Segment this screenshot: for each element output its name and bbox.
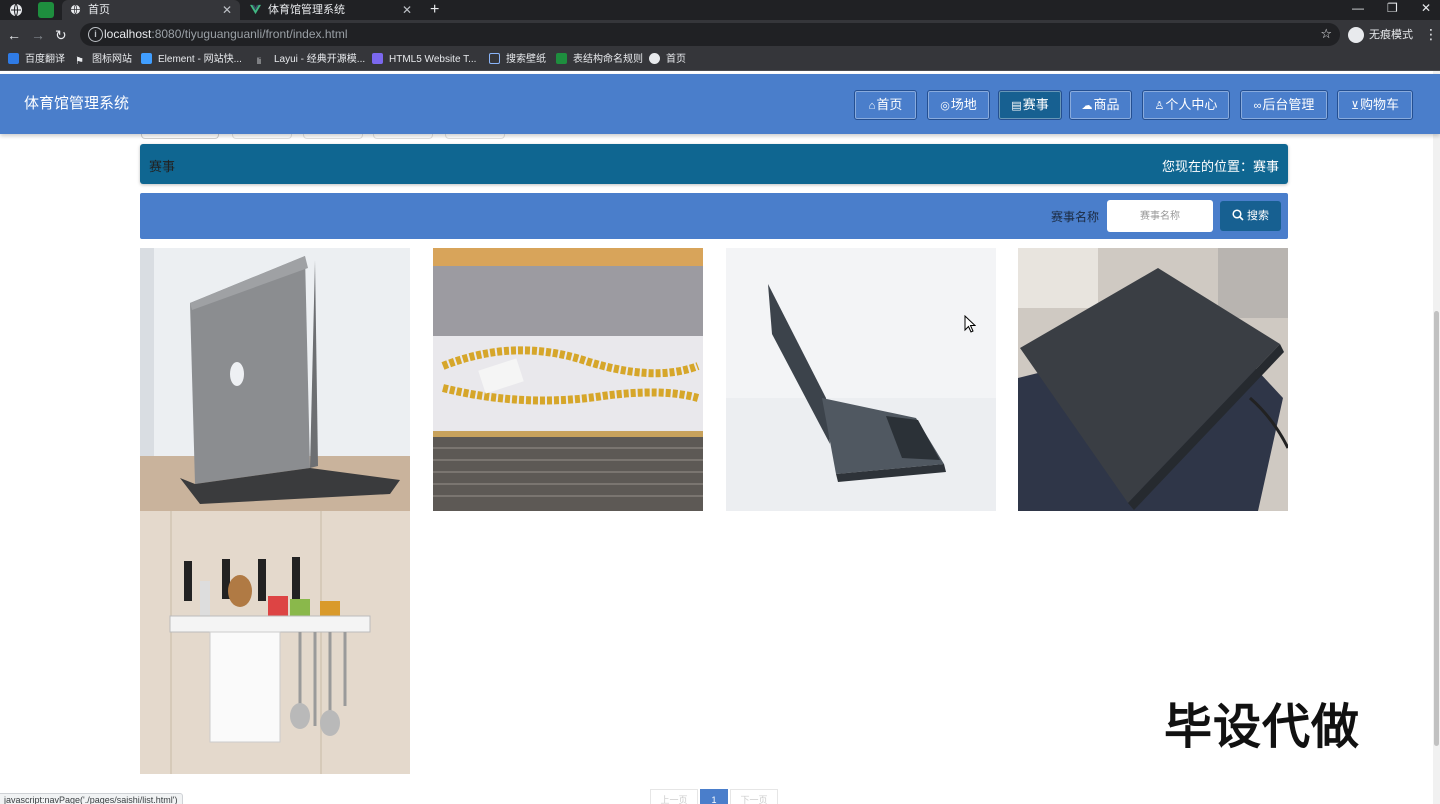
product-card[interactable] [726, 248, 996, 511]
bookmark-item[interactable]: 搜索壁纸 [489, 50, 546, 70]
kitchen-rack-photo [140, 511, 410, 774]
nav-venue[interactable]: ◎场地 [927, 90, 990, 120]
cloud-icon: ☁ [1081, 100, 1093, 112]
browser-tab-strip: 首页 ✕ 体育馆管理系统 ✕ + — ❐ ✕ [0, 0, 1440, 20]
product-card[interactable] [140, 248, 410, 511]
sheets-app-icon[interactable] [38, 2, 54, 18]
hidden-tab [303, 134, 363, 139]
incognito-label: 无痕模式 [1369, 29, 1413, 41]
breadcrumb-location: 您现在的位置：赛事 [1161, 159, 1279, 174]
home-icon: ⌂ [868, 100, 876, 112]
search-button-label: 搜索 [1247, 210, 1270, 222]
close-icon[interactable]: ✕ [222, 0, 232, 20]
layui-icon: li [257, 56, 261, 66]
breadcrumb-section: 赛事 [149, 159, 176, 174]
cart-icon: ⊻ [1350, 100, 1360, 112]
breadcrumb: 赛事 您现在的位置：赛事 [140, 144, 1288, 184]
laptop-dark-photo [1018, 248, 1288, 511]
bookmark-item[interactable]: 表结构命名规则 [556, 50, 643, 70]
product-card[interactable] [433, 248, 703, 511]
new-tab-icon[interactable]: + [430, 0, 439, 20]
site-header: 体育馆管理系统 ⌂首页 ◎场地 ▤赛事 ☁商品 ♙个人中心 ∞后台管理 ⊻购物车 [0, 74, 1440, 134]
wallpaper-icon [489, 53, 500, 64]
restore-icon[interactable]: ❐ [1387, 0, 1398, 16]
gold-chain-photo [433, 248, 703, 511]
hidden-tab [445, 134, 505, 139]
bookmark-star-icon[interactable]: ☆ [1320, 26, 1332, 42]
hidden-tab [373, 134, 433, 139]
laptop-back-photo [140, 248, 410, 511]
globe-icon [649, 53, 660, 64]
bookmark-item[interactable]: ⚑ 图标网站 [75, 50, 132, 70]
nav-goods[interactable]: ☁商品 [1069, 90, 1132, 120]
incognito-indicator[interactable]: 无痕模式 [1348, 26, 1413, 44]
address-bar[interactable]: i localhost:8080/tiyuguanguanli/front/in… [80, 23, 1340, 46]
scrollbar-thumb[interactable] [1434, 311, 1439, 746]
close-icon[interactable]: ✕ [402, 0, 412, 20]
link-icon: ∞ [1253, 100, 1262, 112]
product-card[interactable] [1018, 248, 1288, 511]
mouse-pointer-icon [964, 315, 976, 333]
hidden-tab [232, 134, 292, 139]
globe-icon [70, 4, 81, 15]
bookmark-item[interactable]: 首页 [649, 50, 686, 70]
element-icon [141, 53, 152, 64]
address-url: localhost:8080/tiyuguanguanli/front/inde… [104, 27, 348, 41]
reload-icon[interactable]: ↻ [55, 26, 67, 44]
bookmark-item[interactable]: Element - 网站快... [141, 50, 242, 70]
status-url-tooltip: javascript:navPage('./pages/saishi/list.… [0, 793, 183, 804]
info-icon[interactable]: i [88, 27, 103, 42]
translate-icon [8, 53, 19, 64]
minimize-icon[interactable]: — [1352, 0, 1364, 16]
hidden-tab [141, 134, 219, 139]
search-bar: 赛事名称 搜索 [140, 193, 1288, 239]
calendar-icon: ▤ [1011, 100, 1022, 112]
nav-personal-center[interactable]: ♙个人中心 [1142, 90, 1230, 120]
nav-home[interactable]: ⌂首页 [854, 90, 917, 120]
back-icon[interactable]: ← [7, 26, 21, 44]
tab-title: 首页 [88, 4, 110, 16]
search-icon [1232, 209, 1244, 221]
tab-gym-system[interactable]: 体育馆管理系统 ✕ [242, 0, 420, 20]
nav-admin[interactable]: ∞后台管理 [1240, 90, 1328, 120]
window-close-icon[interactable]: ✕ [1421, 0, 1431, 16]
html5-icon [372, 53, 383, 64]
globe-icon[interactable] [8, 2, 24, 18]
menu-icon[interactable]: ⋮ [1424, 26, 1438, 43]
nav-cart[interactable]: ⊻购物车 [1337, 90, 1413, 120]
location-icon: ◎ [940, 100, 950, 112]
incognito-icon [1348, 27, 1364, 44]
bookmark-item[interactable]: HTML5 Website T... [372, 50, 476, 70]
search-label: 赛事名称 [1051, 210, 1100, 224]
site-title: 体育馆管理系统 [24, 95, 130, 112]
tab-title: 体育馆管理系统 [268, 4, 345, 16]
nav-events[interactable]: ▤赛事 [998, 90, 1062, 120]
vue-logo-icon [250, 4, 261, 15]
product-card[interactable] [140, 511, 410, 774]
flag-icon: ⚑ [75, 56, 84, 67]
watermark: 毕设代做 [1164, 701, 1361, 754]
tab-home[interactable]: 首页 ✕ [62, 0, 240, 20]
browser-toolbar: ← → ↻ i localhost:8080/tiyuguanguanli/fr… [0, 20, 1440, 50]
bookmark-item[interactable]: 百度翻译 [8, 50, 65, 70]
next-page-button[interactable]: 下一页 [730, 789, 778, 804]
user-icon: ♙ [1154, 100, 1165, 112]
page-number-button[interactable]: 1 [700, 789, 728, 804]
sheets-icon [556, 53, 567, 64]
bookmark-item[interactable]: li Layui - 经典开源模... [257, 50, 365, 70]
search-button[interactable]: 搜索 [1220, 201, 1281, 231]
laptop-side-photo [726, 248, 996, 511]
bookmarks-bar: 百度翻译 ⚑ 图标网站 Element - 网站快... li Layui - 经典… [0, 50, 1440, 71]
page-content: 体育馆管理系统 ⌂首页 ◎场地 ▤赛事 ☁商品 ♙个人中心 ∞后台管理 ⊻购物车… [0, 71, 1440, 804]
prev-page-button[interactable]: 上一页 [650, 789, 698, 804]
search-input[interactable] [1107, 200, 1213, 232]
forward-icon[interactable]: → [31, 26, 45, 44]
